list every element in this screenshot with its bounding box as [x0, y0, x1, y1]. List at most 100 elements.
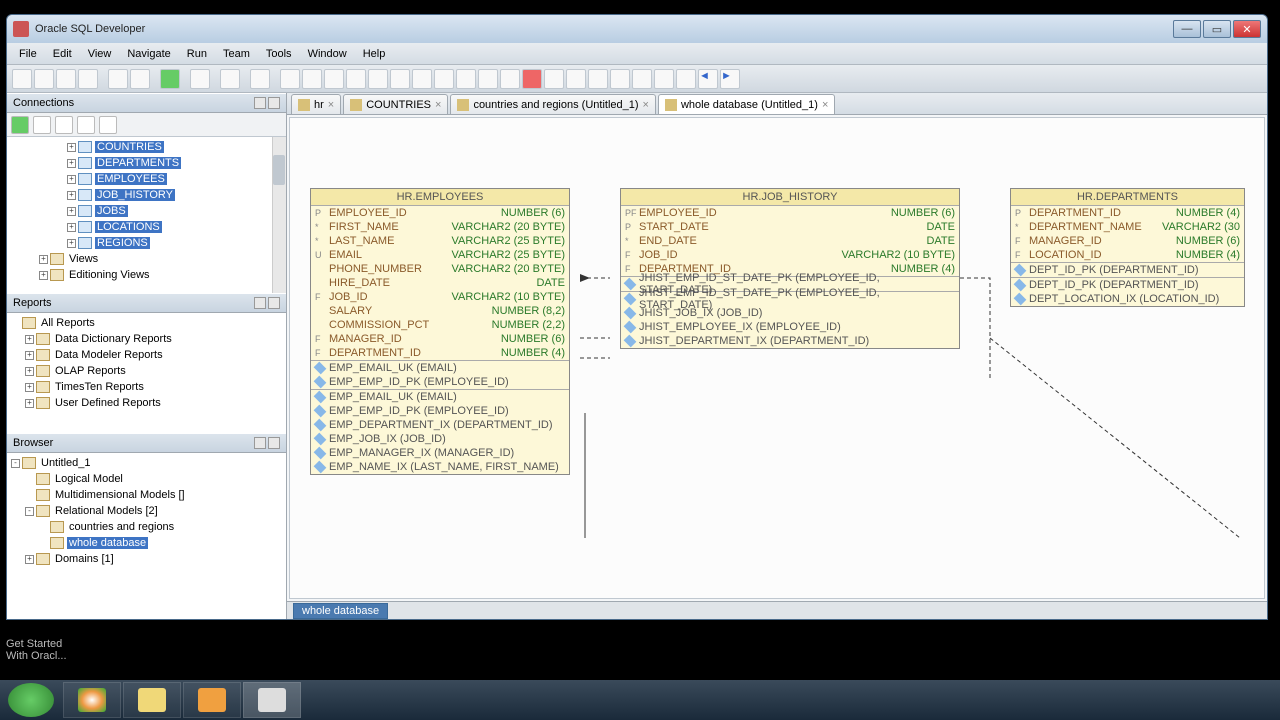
erd-column[interactable]: FDEPARTMENT_IDNUMBER (4) [311, 346, 569, 360]
expand-icon[interactable]: + [67, 143, 76, 152]
expand-icon[interactable]: + [39, 271, 48, 280]
tab-hr[interactable]: hr× [291, 94, 341, 114]
open-icon[interactable] [34, 69, 54, 89]
erd-column[interactable]: FJOB_IDVARCHAR2 (10 BYTE) [621, 248, 959, 262]
tb-6[interactable] [412, 69, 432, 89]
tb-13[interactable] [566, 69, 586, 89]
erd-column[interactable]: *END_DATEDATE [621, 234, 959, 248]
menu-run[interactable]: Run [179, 46, 215, 62]
expand-icon[interactable]: + [67, 207, 76, 216]
tb-2[interactable] [324, 69, 344, 89]
expand-icon[interactable]: + [67, 239, 76, 248]
tree-item[interactable]: +JOB_HISTORY [7, 187, 286, 203]
nav-icon[interactable] [190, 69, 210, 89]
conn-tb-3[interactable] [55, 116, 73, 134]
erd-column[interactable]: HIRE_DATEDATE [311, 276, 569, 290]
expand-icon[interactable]: + [25, 399, 34, 408]
menu-help[interactable]: Help [355, 46, 394, 62]
status-tab[interactable]: whole database [293, 603, 388, 619]
menu-file[interactable]: File [11, 46, 45, 62]
menu-window[interactable]: Window [300, 46, 355, 62]
tb-15[interactable] [610, 69, 630, 89]
run-icon[interactable] [160, 69, 180, 89]
tree-item[interactable]: +Domains [1] [7, 551, 286, 567]
find-icon[interactable] [250, 69, 270, 89]
erd-index[interactable]: JHIST_JOB_IX (JOB_ID) [621, 306, 959, 320]
tree-item[interactable]: Multidimensional Models [] [7, 487, 286, 503]
expand-icon[interactable]: + [67, 159, 76, 168]
tb-16[interactable] [632, 69, 652, 89]
panel-max-icon[interactable] [268, 437, 280, 449]
tree-item[interactable]: +EMPLOYEES [7, 171, 286, 187]
titlebar[interactable]: Oracle SQL Developer — ▭ ✕ [7, 15, 1267, 43]
tree-item[interactable]: +Data Modeler Reports [7, 347, 286, 363]
reports-header[interactable]: Reports [7, 293, 286, 313]
browser-tree[interactable]: -Untitled_1Logical ModelMultidimensional… [7, 453, 286, 619]
erd-index[interactable]: DEPT_ID_PK (DEPARTMENT_ID) [1011, 278, 1244, 292]
menu-view[interactable]: View [80, 46, 120, 62]
tree-item[interactable]: +COUNTRIES [7, 139, 286, 155]
tree-item[interactable]: countries and regions [7, 519, 286, 535]
minimize-button[interactable]: — [1173, 20, 1201, 38]
save-icon[interactable] [56, 69, 76, 89]
taskbar-sqldeveloper[interactable] [243, 682, 301, 718]
tree-item[interactable]: +Data Dictionary Reports [7, 331, 286, 347]
erd-job-history[interactable]: HR.JOB_HISTORYPFEMPLOYEE_IDNUMBER (6)PST… [620, 188, 960, 349]
back-icon[interactable]: ◄ [698, 69, 718, 89]
tb-17[interactable] [654, 69, 674, 89]
erd-column[interactable]: FMANAGER_IDNUMBER (6) [311, 332, 569, 346]
tab-whole-database-(Untitled_1)[interactable]: whole database (Untitled_1)× [658, 94, 835, 114]
close-icon[interactable]: × [822, 99, 828, 111]
erd-column[interactable]: UEMAILVARCHAR2 (25 BYTE) [311, 248, 569, 262]
panel-min-icon[interactable] [254, 437, 266, 449]
tree-item[interactable]: Logical Model [7, 471, 286, 487]
tb-5[interactable] [390, 69, 410, 89]
erd-index[interactable]: JHIST_DEPARTMENT_IX (DEPARTMENT_ID) [621, 334, 959, 348]
tb-1[interactable] [302, 69, 322, 89]
erd-column[interactable]: *FIRST_NAMEVARCHAR2 (20 BYTE) [311, 220, 569, 234]
expand-icon[interactable]: + [39, 255, 48, 264]
expand-icon[interactable]: + [25, 351, 34, 360]
erd-column[interactable]: PHONE_NUMBERVARCHAR2 (20 BYTE) [311, 262, 569, 276]
expand-icon[interactable]: + [67, 223, 76, 232]
erd-column[interactable]: *LAST_NAMEVARCHAR2 (25 BYTE) [311, 234, 569, 248]
expand-icon[interactable]: - [25, 507, 34, 516]
menu-navigate[interactable]: Navigate [119, 46, 178, 62]
erd-column[interactable]: FMANAGER_IDNUMBER (6) [1011, 234, 1244, 248]
erd-index[interactable]: DEPT_ID_PK (DEPARTMENT_ID) [1011, 263, 1244, 277]
erd-index[interactable]: EMP_EMP_ID_PK (EMPLOYEE_ID) [311, 375, 569, 389]
tb-11[interactable] [522, 69, 542, 89]
panel-min-icon[interactable] [254, 297, 266, 309]
erd-departments[interactable]: HR.DEPARTMENTSPDEPARTMENT_IDNUMBER (4)*D… [1010, 188, 1245, 307]
panel-max-icon[interactable] [268, 97, 280, 109]
expand-icon[interactable]: + [67, 175, 76, 184]
tree-item[interactable]: +REGIONS [7, 235, 286, 251]
erd-column[interactable]: *DEPARTMENT_NAMEVARCHAR2 (30 [1011, 220, 1244, 234]
taskbar-explorer[interactable] [123, 682, 181, 718]
tree-item[interactable]: +LOCATIONS [7, 219, 286, 235]
filter-icon[interactable] [77, 116, 95, 134]
connections-header[interactable]: Connections [7, 93, 286, 113]
erd-column[interactable]: FJOB_IDVARCHAR2 (10 BYTE) [311, 290, 569, 304]
expand-icon[interactable]: + [25, 367, 34, 376]
menu-team[interactable]: Team [215, 46, 258, 62]
tb-4[interactable] [368, 69, 388, 89]
fwd-icon[interactable]: ► [720, 69, 740, 89]
erd-index[interactable]: EMP_EMP_ID_PK (EMPLOYEE_ID) [311, 404, 569, 418]
saveall-icon[interactable] [78, 69, 98, 89]
erd-index[interactable]: EMP_JOB_IX (JOB_ID) [311, 432, 569, 446]
erd-index[interactable]: EMP_NAME_IX (LAST_NAME, FIRST_NAME) [311, 460, 569, 474]
tree-item[interactable]: +OLAP Reports [7, 363, 286, 379]
cursor-icon[interactable] [280, 69, 300, 89]
erd-index[interactable]: JHIST_EMP_ID_ST_DATE_PK (EMPLOYEE_ID, ST… [621, 292, 959, 306]
tb-10[interactable] [500, 69, 520, 89]
sql-icon[interactable] [220, 69, 240, 89]
erd-employees[interactable]: HR.EMPLOYEESPEMPLOYEE_IDNUMBER (6)*FIRST… [310, 188, 570, 475]
close-icon[interactable]: × [328, 99, 334, 111]
erd-column[interactable]: FLOCATION_IDNUMBER (4) [1011, 248, 1244, 262]
taskbar-media[interactable] [183, 682, 241, 718]
expand-icon[interactable]: + [25, 383, 34, 392]
tree-item[interactable]: All Reports [7, 315, 286, 331]
erd-index[interactable]: DEPT_LOCATION_IX (LOCATION_ID) [1011, 292, 1244, 306]
tb-18[interactable] [676, 69, 696, 89]
